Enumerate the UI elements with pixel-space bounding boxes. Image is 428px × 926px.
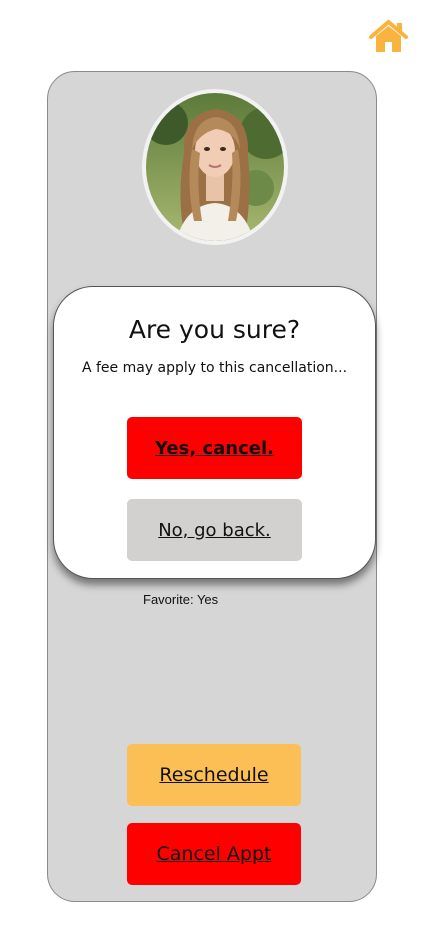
reschedule-button[interactable]: Reschedule [127,744,301,806]
cancel-confirmation-dialog: Are you sure? A fee may apply to this ca… [53,286,376,579]
confirm-cancel-button[interactable]: Yes, cancel. [127,417,302,479]
dialog-title: Are you sure? [128,315,301,344]
dialog-message: A fee may apply to this cancellation... [81,360,348,376]
cancel-appointment-button[interactable]: Cancel Appt [127,823,301,885]
avatar [142,89,288,245]
favorite-status: Favorite: Yes [143,592,219,607]
go-back-button[interactable]: No, go back. [127,499,302,561]
home-icon[interactable] [368,19,409,53]
